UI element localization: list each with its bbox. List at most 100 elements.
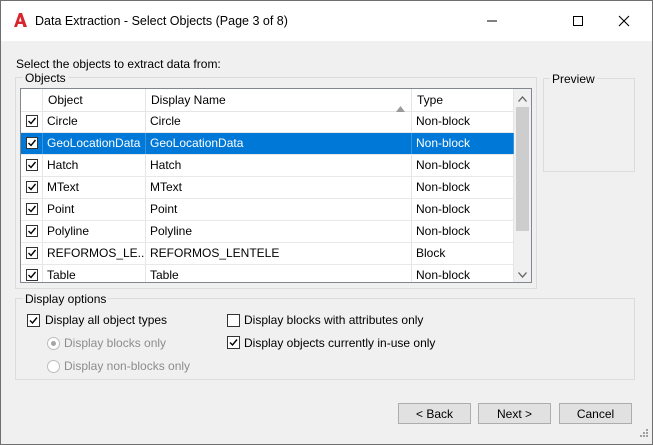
header-object[interactable]: Object: [43, 89, 146, 111]
close-icon: [618, 15, 630, 27]
chevron-down-icon: [518, 267, 527, 281]
display-all-types-checkbox[interactable]: [27, 314, 40, 327]
table-row[interactable]: Circle Circle Non-block: [21, 111, 514, 133]
row-checkbox[interactable]: [26, 247, 38, 259]
close-button[interactable]: [601, 1, 647, 41]
non-blocks-only-label: Display non-blocks only: [64, 359, 191, 373]
cell-object: Point: [43, 199, 146, 220]
cancel-button[interactable]: Cancel: [559, 403, 632, 424]
row-checkbox[interactable]: [26, 159, 38, 171]
table-row[interactable]: GeoLocationData GeoLocationData Non-block: [21, 133, 514, 155]
header-display-name[interactable]: Display Name: [146, 89, 412, 112]
maximize-icon: [572, 15, 584, 27]
vertical-scrollbar[interactable]: [514, 89, 531, 282]
row-checkbox[interactable]: [26, 203, 38, 215]
cell-display-name: Point: [146, 199, 412, 220]
header-display-name-label: Display Name: [151, 93, 226, 107]
cell-type: Non-block: [412, 177, 514, 198]
checkmark-icon: [28, 183, 37, 191]
minimize-button[interactable]: [469, 1, 515, 41]
blocks-with-attributes-checkbox[interactable]: [227, 314, 240, 327]
minimize-icon: [486, 15, 498, 27]
scrollbar-thumb[interactable]: [516, 107, 529, 231]
scroll-up-button[interactable]: [514, 89, 531, 106]
row-checkbox[interactable]: [26, 115, 38, 127]
row-checkbox-cell: [21, 265, 43, 282]
cell-display-name: MText: [146, 177, 412, 198]
cell-object: Polyline: [43, 221, 146, 242]
display-options-label: Display options: [23, 292, 109, 306]
cell-object: GeoLocationData: [43, 133, 146, 154]
list-header: Object Display Name Type: [21, 89, 514, 112]
maximize-button[interactable]: [555, 1, 601, 41]
objects-in-use-label[interactable]: Display objects currently in-use only: [244, 336, 435, 350]
row-checkbox-cell: [21, 221, 43, 242]
cell-object: Circle: [43, 111, 146, 132]
header-checkbox-column[interactable]: [21, 89, 43, 111]
checkmark-icon: [28, 227, 37, 235]
preview-label: Preview: [550, 72, 597, 86]
blocks-only-label: Display blocks only: [64, 336, 167, 350]
scroll-down-button[interactable]: [514, 265, 531, 282]
row-checkbox[interactable]: [26, 225, 38, 237]
row-checkbox-cell: [21, 199, 43, 220]
table-row[interactable]: REFORMOS_LE... REFORMOS_LENTELE Block: [21, 243, 514, 265]
cell-object: MText: [43, 177, 146, 198]
dialog-window: Data Extraction - Select Objects (Page 3…: [0, 0, 653, 445]
cell-type: Block: [412, 243, 514, 264]
checkmark-icon: [29, 317, 38, 325]
row-checkbox[interactable]: [26, 269, 38, 281]
next-button[interactable]: Next >: [478, 403, 551, 424]
back-button[interactable]: < Back: [398, 403, 471, 424]
table-row[interactable]: Table Table Non-block: [21, 265, 514, 282]
cell-display-name: Hatch: [146, 155, 412, 176]
cell-object: Table: [43, 265, 146, 282]
cell-display-name: REFORMOS_LENTELE: [146, 243, 412, 264]
cell-object: Hatch: [43, 155, 146, 176]
checkmark-icon: [28, 161, 37, 169]
checkmark-icon: [28, 249, 37, 257]
non-blocks-only-radio[interactable]: [47, 360, 60, 373]
cell-type: Non-block: [412, 221, 514, 242]
row-checkbox-cell: [21, 133, 43, 154]
objects-in-use-checkbox[interactable]: [227, 336, 240, 349]
preview-group: [543, 78, 635, 172]
cell-object: REFORMOS_LE...: [43, 243, 146, 264]
row-checkbox[interactable]: [26, 137, 38, 149]
blocks-with-attributes-label[interactable]: Display blocks with attributes only: [244, 313, 423, 327]
title-bar[interactable]: Data Extraction - Select Objects (Page 3…: [1, 1, 652, 41]
row-checkbox-cell: [21, 177, 43, 198]
cell-type: Non-block: [412, 265, 514, 282]
cell-type: Non-block: [412, 199, 514, 220]
chevron-up-icon: [518, 91, 527, 105]
cell-display-name: Circle: [146, 111, 412, 132]
window-title: Data Extraction - Select Objects (Page 3…: [35, 14, 288, 28]
cell-type: Non-block: [412, 133, 514, 154]
row-checkbox[interactable]: [26, 181, 38, 193]
blocks-only-radio[interactable]: [47, 337, 60, 350]
checkmark-icon: [28, 271, 37, 279]
resize-grip-icon[interactable]: [639, 427, 649, 441]
autocad-logo-icon: [12, 12, 28, 28]
checkmark-icon: [28, 117, 37, 125]
checkmark-icon: [28, 205, 37, 213]
cell-display-name: Table: [146, 265, 412, 282]
objects-list-view[interactable]: Object Display Name Type Circle Circle Non…: [20, 88, 532, 283]
cell-display-name: GeoLocationData: [146, 133, 412, 154]
cell-display-name: Polyline: [146, 221, 412, 242]
table-row[interactable]: Polyline Polyline Non-block: [21, 221, 514, 243]
row-checkbox-cell: [21, 111, 43, 132]
row-checkbox-cell: [21, 243, 43, 264]
cell-type: Non-block: [412, 111, 514, 132]
table-row[interactable]: Hatch Hatch Non-block: [21, 155, 514, 177]
row-checkbox-cell: [21, 155, 43, 176]
header-type[interactable]: Type: [412, 89, 514, 111]
checkmark-icon: [28, 139, 37, 147]
table-row[interactable]: MText MText Non-block: [21, 177, 514, 199]
checkmark-icon: [229, 339, 238, 347]
cell-type: Non-block: [412, 155, 514, 176]
table-row[interactable]: Point Point Non-block: [21, 199, 514, 221]
display-all-types-label[interactable]: Display all object types: [45, 313, 167, 327]
instruction-text: Select the objects to extract data from:: [16, 57, 221, 71]
objects-group-label: Objects: [23, 71, 68, 85]
